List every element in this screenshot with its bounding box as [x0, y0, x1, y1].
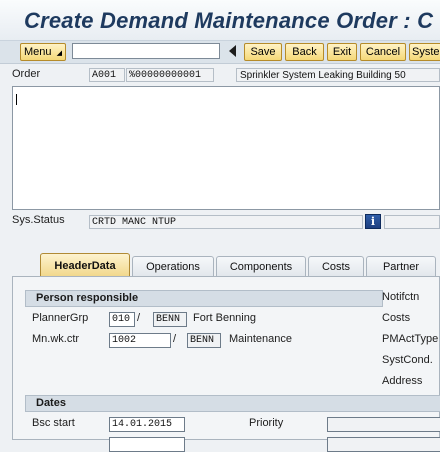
order-label: Order	[12, 68, 41, 80]
tab-strip: HeaderData Operations Components Costs P…	[0, 252, 440, 276]
long-text-editor[interactable]	[12, 86, 440, 210]
priority-field[interactable]	[327, 417, 440, 432]
text-cursor	[16, 94, 17, 105]
order-number-field: %00000000001	[126, 68, 214, 82]
planner-group-input[interactable]: 010	[109, 312, 135, 327]
tab-operations[interactable]: Operations	[132, 256, 214, 276]
save-button[interactable]: Save	[244, 43, 282, 61]
pm-act-type-label: PMActType	[382, 333, 439, 345]
tab-header-data[interactable]: HeaderData	[40, 253, 130, 276]
back-button[interactable]: Back	[285, 43, 324, 61]
notification-label: Notifctn	[382, 291, 420, 303]
dates-heading: Dates	[25, 395, 440, 412]
page-title: Create Demand Maintenance Order : C	[24, 8, 434, 33]
system-button[interactable]: Syste	[409, 43, 440, 61]
toolbar: Menu ◢ Save Back Exit Cancel Syste	[0, 41, 440, 64]
person-responsible-heading: Person responsible	[25, 290, 383, 307]
command-field[interactable]	[72, 43, 220, 59]
user-status-field	[384, 215, 440, 229]
basic-start-label: Bsc start	[32, 417, 75, 429]
planner-plant-field: BENN	[153, 312, 187, 327]
revision-field[interactable]	[327, 437, 440, 452]
main-workctr-plant-field: BENN	[187, 333, 221, 348]
planner-group-text: Fort Benning	[193, 312, 256, 324]
title-bar: Create Demand Maintenance Order : C	[0, 0, 440, 41]
dropdown-triangle-icon: ◢	[56, 50, 62, 57]
tab-costs[interactable]: Costs	[308, 256, 364, 276]
syst-cond-label: SystCond.	[382, 354, 433, 366]
costs-label: Costs	[382, 312, 411, 324]
tab-components[interactable]: Components	[216, 256, 306, 276]
priority-label: Priority	[249, 417, 284, 429]
basic-start-input[interactable]: 14.01.2015	[109, 417, 185, 432]
menu-button[interactable]: Menu ◢	[20, 43, 66, 61]
main-workctr-input[interactable]: 1002	[109, 333, 171, 348]
order-description-field: Sprinkler System Leaking Building 50	[236, 68, 440, 82]
tab-partner[interactable]: Partner	[366, 256, 436, 276]
exit-button[interactable]: Exit	[327, 43, 357, 61]
order-type-field: A001	[89, 68, 125, 82]
main-workctr-text: Maintenance	[229, 333, 292, 345]
planner-group-label: PlannerGrp	[32, 312, 89, 324]
sys-status-label: Sys.Status	[12, 214, 65, 226]
planner-group-separator: /	[137, 312, 141, 324]
address-label: Address	[382, 375, 423, 387]
triangle-left-icon[interactable]	[229, 45, 236, 57]
menu-button-label: Menu	[24, 46, 52, 58]
sys-status-field: CRTD MANC NTUP	[89, 215, 363, 229]
main-workctr-label: Mn.wk.ctr	[32, 333, 80, 345]
basic-finish-input[interactable]	[109, 437, 185, 452]
info-icon[interactable]: i	[365, 214, 381, 229]
header-data-panel: Person responsible PlannerGrp 010 / BENN…	[12, 276, 440, 452]
main-workctr-separator: /	[173, 333, 177, 345]
cancel-button[interactable]: Cancel	[360, 43, 406, 61]
